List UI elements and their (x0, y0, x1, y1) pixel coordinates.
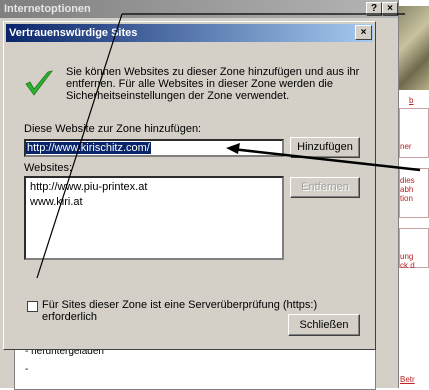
help-button[interactable]: ? (366, 2, 382, 16)
list-item[interactable]: http://www.piu-printex.at (30, 180, 278, 195)
zone-description: Sie können Websites zu dieser Zone hinzu… (66, 66, 360, 102)
parent-title: Internetoptionen (0, 0, 398, 18)
dialog-close-button[interactable]: × (355, 25, 372, 40)
webpage-text-5: ung (400, 252, 414, 261)
dialog-title: Vertrauenswürdige Sites (6, 24, 373, 42)
remove-button[interactable]: Entfernen (290, 177, 360, 198)
list-item[interactable]: www.kiri.at (30, 195, 278, 210)
https-checkbox[interactable] (27, 301, 38, 312)
add-site-input[interactable]: http://www.kirischitz.com/ (24, 139, 284, 157)
webpage-text-4: tion (400, 194, 413, 203)
websites-list[interactable]: http://www.piu-printex.at www.kiri.at (24, 176, 284, 260)
checkmark-icon (25, 70, 53, 96)
add-button[interactable]: Hinzufügen (290, 137, 360, 158)
webpage-text-2: dies (400, 176, 415, 185)
webpage-link[interactable]: b (409, 96, 413, 105)
close-button[interactable]: Schließen (288, 314, 360, 336)
add-site-label: Diese Website zur Zone hinzufügen: (24, 123, 202, 135)
webpage-photo (399, 6, 429, 90)
webpage-text-3: abh (400, 185, 414, 194)
webpage-text-1: ner (400, 142, 412, 151)
trusted-sites-dialog: Vertrauenswürdige Sites × Sie können Web… (3, 21, 376, 350)
webpage-text-7[interactable]: Betr (400, 375, 415, 384)
webpage-strip: b ner dies abh tion ung ck d Betr (399, 0, 429, 388)
websites-label: Websites: (24, 162, 73, 174)
add-site-value: http://www.kirischitz.com/ (26, 142, 151, 154)
parent-close-button[interactable]: × (382, 2, 398, 16)
webpage-text-6: ck d (400, 261, 415, 270)
lower-line-2: - (25, 364, 29, 375)
